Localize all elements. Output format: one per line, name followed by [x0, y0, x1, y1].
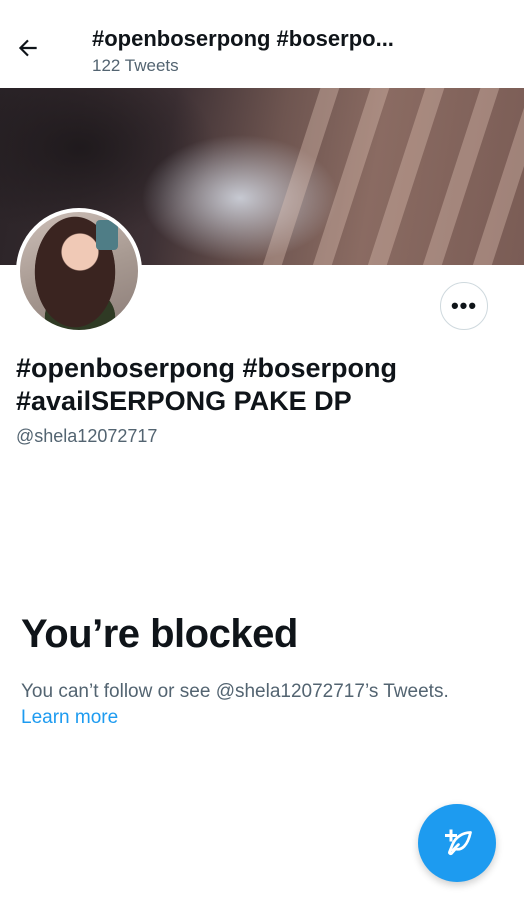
- learn-more-link[interactable]: Learn more: [21, 706, 118, 730]
- header-title: #openboserpong #boserpo...: [92, 26, 394, 51]
- top-header: #openboserpong #boserpo... 122 Tweets: [0, 0, 524, 88]
- compose-tweet-icon: [445, 829, 472, 856]
- blocked-description: You can’t follow or see @shela12072717’s…: [21, 681, 449, 702]
- back-button[interactable]: [12, 32, 44, 64]
- more-horizontal-icon: •••: [450, 293, 478, 318]
- tweet-count: 122 Tweets: [92, 56, 179, 75]
- compose-tweet-button[interactable]: [418, 804, 496, 882]
- arrow-left-icon: [18, 39, 37, 57]
- avatar[interactable]: [16, 208, 142, 334]
- blocked-title: You’re blocked: [21, 612, 298, 656]
- profile-name: #openboserpong #boserpong #availSERPONG …: [16, 353, 398, 416]
- more-options-button[interactable]: •••: [440, 282, 488, 330]
- profile-handle: @shela12072717: [16, 426, 158, 446]
